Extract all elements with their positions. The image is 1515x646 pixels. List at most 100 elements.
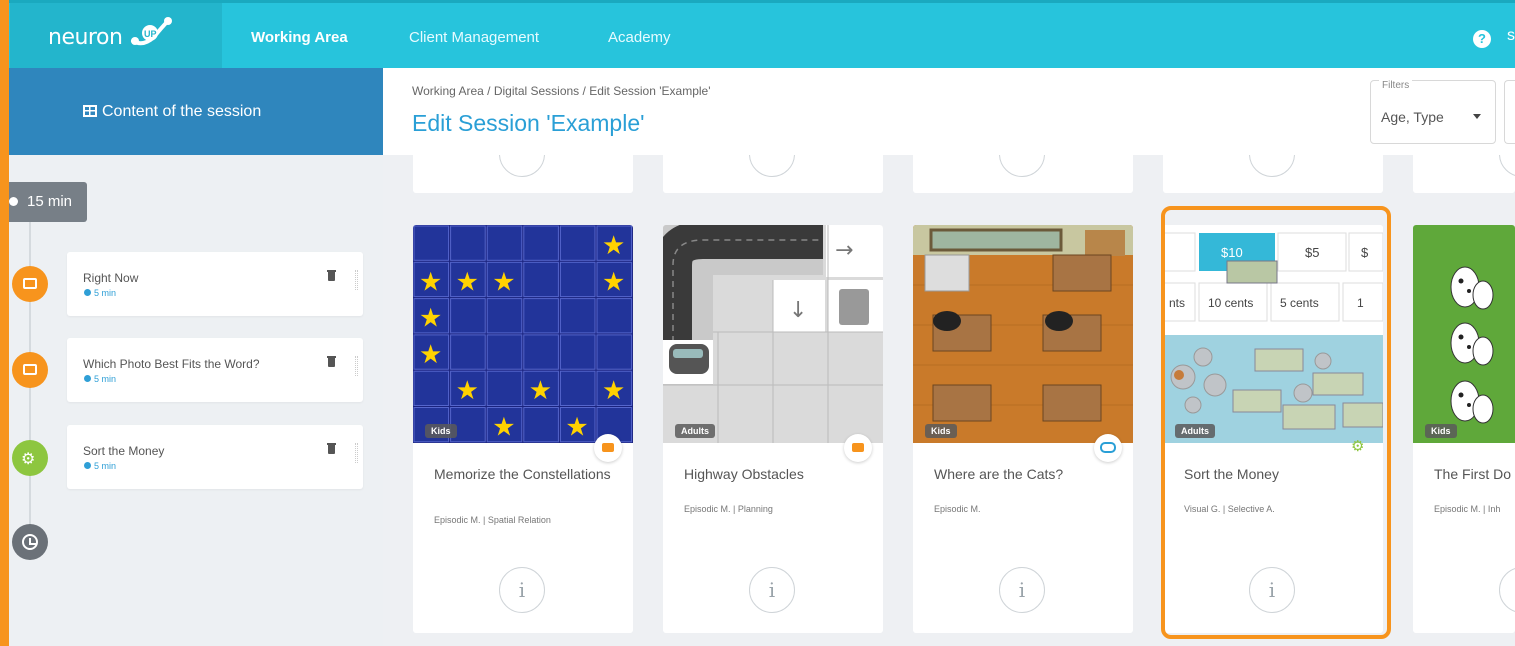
session-content-panel: Content of the session 15 min Right Now …: [9, 68, 383, 646]
partial-card: [663, 155, 883, 193]
drag-handle[interactable]: [355, 270, 358, 290]
card-title: Highway Obstacles: [684, 466, 804, 482]
main-header: Working Area / Digital Sessions / Edit S…: [383, 68, 1515, 155]
info-icon[interactable]: [999, 155, 1045, 177]
svg-text:↓: ↓: [789, 298, 807, 323]
svg-text:★: ★: [529, 376, 552, 406]
svg-text:★: ★: [456, 376, 479, 406]
content-header: Content of the session: [9, 68, 383, 155]
session-item-name: Sort the Money: [83, 444, 165, 458]
info-button[interactable]: i: [749, 567, 795, 613]
cats-room-image: [913, 225, 1133, 443]
session-item-duration: 5 min: [84, 374, 116, 384]
partial-card: [1413, 155, 1515, 193]
filters-value: Age, Type: [1381, 109, 1444, 125]
svg-text:★: ★: [602, 231, 625, 261]
session-item[interactable]: Right Now 5 min: [67, 252, 363, 316]
drag-handle[interactable]: [355, 356, 358, 376]
session-item-duration: 5 min: [84, 288, 116, 298]
step-card-icon: [12, 352, 48, 388]
dogs-image: [1413, 225, 1515, 443]
breadcrumb[interactable]: Working Area / Digital Sessions / Edit S…: [412, 84, 711, 98]
clock-icon: [9, 197, 18, 206]
nav-academy[interactable]: Academy: [608, 29, 671, 46]
info-icon[interactable]: [499, 155, 545, 177]
end-clock-icon: [12, 524, 48, 560]
info-icon[interactable]: [749, 155, 795, 177]
info-button[interactable]: i: [999, 567, 1045, 613]
svg-text:→: →: [835, 238, 853, 263]
top-navigation-bar: neuron UP Working Area Client Management…: [0, 0, 1515, 71]
card-tags: Episodic M. | Inh: [1434, 504, 1501, 514]
highway-image: → ↓: [663, 225, 883, 443]
drag-handle[interactable]: [355, 443, 358, 463]
card-title: Memorize the Constellations: [434, 466, 611, 482]
step-gears-icon: ⚙: [12, 440, 48, 476]
svg-text:★: ★: [602, 267, 625, 297]
partial-card: [913, 155, 1133, 193]
step-card-icon: [12, 266, 48, 302]
card-type-icon: [594, 434, 622, 462]
session-item-name: Which Photo Best Fits the Word?: [83, 357, 260, 371]
filters-select[interactable]: Filters Age, Type: [1370, 80, 1496, 144]
svg-text:★: ★: [419, 267, 442, 297]
card-tags: Episodic M.: [934, 504, 981, 514]
card-title: The First Do: [1434, 466, 1512, 482]
nav-working-area[interactable]: Working Area: [251, 29, 348, 46]
highlight-edge: [0, 0, 9, 646]
svg-text:★: ★: [456, 267, 479, 297]
total-duration-badge: 15 min: [9, 182, 87, 222]
nav-client-management[interactable]: Client Management: [409, 29, 539, 46]
total-duration-label: 15 min: [27, 193, 73, 210]
session-item-name: Right Now: [83, 271, 139, 285]
card-type-icon: [1094, 434, 1122, 462]
info-button[interactable]: i: [1499, 567, 1515, 613]
card-title: Where are the Cats?: [934, 466, 1064, 482]
trash-icon[interactable]: [327, 443, 336, 454]
cats-image: [913, 225, 1133, 443]
session-item-duration: 5 min: [84, 461, 116, 471]
dalmatian-image: [1413, 225, 1515, 443]
user-menu-icon[interactable]: s: [1507, 27, 1515, 45]
svg-text:★: ★: [419, 304, 442, 334]
selection-highlight: [1161, 206, 1391, 639]
info-icon[interactable]: [1499, 155, 1515, 177]
table-icon: [83, 105, 97, 117]
activity-card[interactable]: Kids The First Do Episodic M. | Inh i: [1413, 225, 1515, 633]
card-type-icon: [844, 434, 872, 462]
filters-label: Filters: [1379, 80, 1413, 91]
age-tag: Kids: [425, 424, 457, 438]
info-icon[interactable]: [1249, 155, 1295, 177]
trash-icon[interactable]: [327, 356, 336, 367]
card-tags: Episodic M. | Spatial Relation: [434, 515, 551, 525]
constellations-image: ★ ★ ★ ★ ★ ★ ★ ★ ★ ★ ★ ★: [413, 225, 633, 443]
neuronup-logo: neuron: [48, 25, 123, 50]
svg-text:★: ★: [565, 413, 588, 443]
content-header-label: Content of the session: [102, 103, 262, 120]
logo-area[interactable]: neuron UP: [10, 3, 222, 71]
card-tags: Episodic M. | Planning: [684, 504, 773, 514]
chevron-down-icon: [1473, 114, 1481, 119]
activity-card[interactable]: ★ ★ ★ ★ ★ ★ ★ ★ ★ ★ ★ ★ Kids Memorize the Constella…: [413, 225, 633, 633]
session-item[interactable]: Sort the Money 5 min: [67, 425, 363, 489]
svg-text:UP: UP: [144, 29, 157, 39]
neuronup-logo-mark-icon: UP: [131, 17, 172, 46]
star-grid-image: ★ ★ ★ ★ ★ ★ ★ ★ ★ ★ ★ ★: [413, 225, 633, 443]
activity-card[interactable]: Kids Where are the Cats? Episodic M. i: [913, 225, 1133, 633]
svg-text:★: ★: [492, 267, 515, 297]
age-tag: Adults: [675, 424, 715, 438]
age-tag: Kids: [1425, 424, 1457, 438]
age-tag: Kids: [925, 424, 957, 438]
info-button[interactable]: i: [499, 567, 545, 613]
trash-icon[interactable]: [327, 270, 336, 281]
secondary-filter[interactable]: [1504, 80, 1515, 144]
activity-card[interactable]: → ↓ Adults Highway Obstacles Episodic M.…: [663, 225, 883, 633]
svg-text:★: ★: [419, 340, 442, 370]
help-icon[interactable]: ?: [1473, 30, 1491, 48]
page-title: Edit Session 'Example': [412, 110, 645, 136]
session-item[interactable]: Which Photo Best Fits the Word? 5 min: [67, 338, 363, 402]
svg-text:★: ★: [602, 376, 625, 406]
partial-card: [413, 155, 633, 193]
partial-card: [1163, 155, 1383, 193]
highway-grid-image: → ↓: [663, 225, 883, 443]
